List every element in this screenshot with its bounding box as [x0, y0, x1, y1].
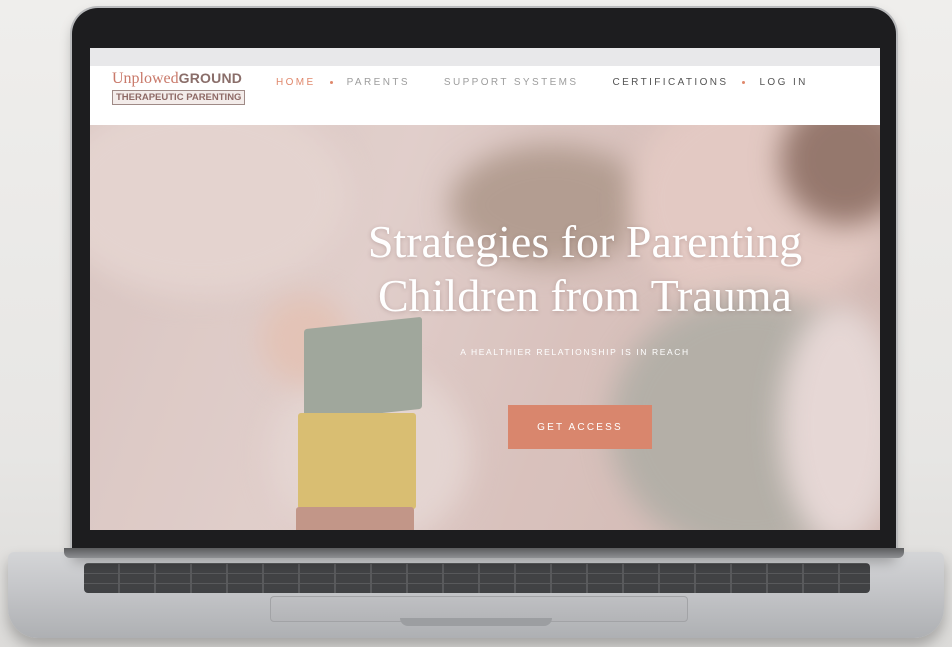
laptop-keyboard — [84, 563, 870, 593]
hero-title-line-1: Strategies for Parenting — [367, 216, 803, 267]
get-access-button[interactable]: GET ACCESS — [508, 405, 652, 449]
nav-certifications[interactable]: CERTIFICATIONS — [612, 77, 728, 88]
laptop-screen: UnplowedGROUND THERAPEUTIC PARENTING HOM… — [90, 48, 880, 530]
hero-title-line-2: Children from Trauma — [378, 270, 792, 321]
nav-parents[interactable]: PARENTS — [347, 77, 410, 88]
hero-section: Strategies for Parenting Children from T… — [90, 125, 880, 530]
logo-wordmark: UnplowedGROUND — [112, 70, 258, 87]
hero-overlay — [90, 125, 880, 530]
main-nav: HOME PARENTS SUPPORT SYSTEMS CERTIFICATI… — [276, 77, 808, 88]
hero-title: Strategies for Parenting Children from T… — [295, 215, 875, 323]
photo-scene: UnplowedGROUND THERAPEUTIC PARENTING HOM… — [0, 0, 952, 647]
laptop-lip — [400, 618, 552, 626]
logo-tagline: THERAPEUTIC PARENTING — [112, 90, 246, 105]
hero-subtitle: A HEALTHIER RELATIONSHIP IS IN REACH — [460, 347, 690, 357]
logo-name-light: Unplowed — [112, 70, 179, 87]
site-header: UnplowedGROUND THERAPEUTIC PARENTING HOM… — [90, 48, 880, 125]
site-logo[interactable]: UnplowedGROUND THERAPEUTIC PARENTING — [112, 70, 258, 105]
nav-log-in[interactable]: LOG IN — [759, 77, 807, 88]
nav-separator-dot — [742, 81, 746, 84]
laptop-hinge — [64, 548, 904, 558]
nav-separator-dot — [329, 81, 333, 84]
nav-support-systems[interactable]: SUPPORT SYSTEMS — [444, 77, 579, 88]
logo-name-bold: GROUND — [178, 70, 243, 86]
nav-home[interactable]: HOME — [276, 77, 316, 88]
